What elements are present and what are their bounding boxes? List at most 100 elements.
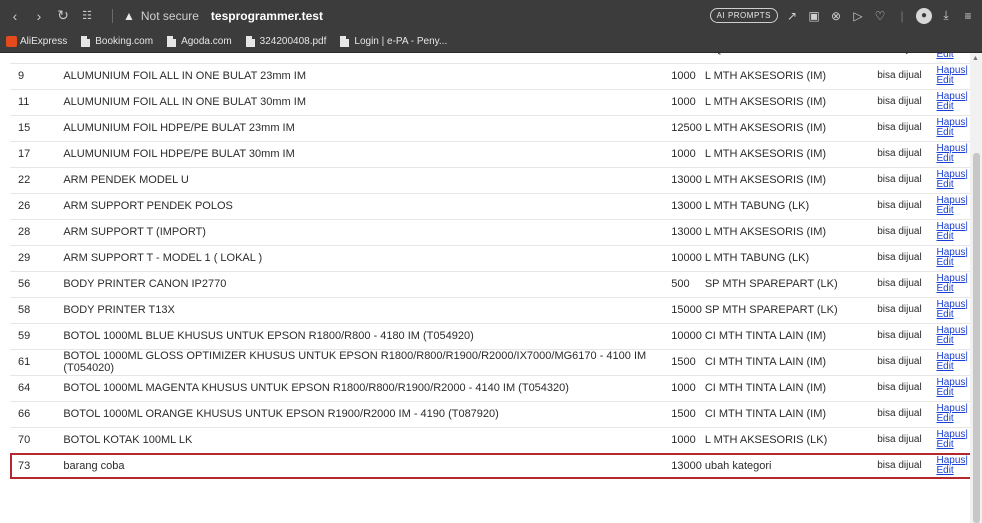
row-id: 29 [10, 245, 60, 272]
edit-link[interactable]: Edit [936, 466, 968, 476]
product-name: ALUMUNIUM FOIL ALL IN ONE BULAT 30mm IM [59, 89, 668, 116]
send-icon[interactable]: ▷ [850, 8, 866, 24]
heart-icon[interactable]: ♡ [872, 8, 888, 24]
site-settings-icon[interactable]: ☷ [76, 5, 98, 27]
product-name: BOTOL 1000ML MAGENTA KHUSUS UNTUK EPSON … [59, 375, 668, 402]
row-id: 11 [10, 89, 60, 116]
stock-value: 10000 [667, 323, 702, 350]
table-row: 70 BOTOL KOTAK 100ML LK 1000 L MTH AKSESORI… [10, 427, 972, 454]
bookmark-booking[interactable]: Booking.com [81, 36, 153, 47]
row-id: 58 [10, 297, 60, 324]
table-row: 61 BOTOL 1000ML GLOSS OPTIMIZER KHUSUS UN… [10, 349, 972, 376]
row-actions: Hapus|Edit [932, 193, 972, 220]
stock-value: 1000 [667, 63, 702, 90]
row-actions: Hapus|Edit [932, 375, 972, 402]
product-name: ALCOHOL GEL POLISH CLEANSER GP-CLN01 [59, 53, 668, 64]
toolbar-actions: AI PROMPTS ↗ ▣ ⊗ ▷ ♡ | ● ⤓ ≡ [709, 0, 976, 31]
profile-avatar-icon[interactable]: ● [916, 7, 932, 24]
edit-link[interactable]: Edit [936, 258, 968, 268]
reload-icon[interactable]: ↻ [52, 5, 74, 27]
table-row: 64 BOTOL 1000ML MAGENTA KHUSUS UNTUK EPSO… [10, 375, 972, 402]
edit-link[interactable]: Edit [936, 388, 968, 398]
row-id: 73 [18, 460, 31, 473]
row-id: 22 [10, 167, 60, 194]
product-name: BOTOL 1000ML BLUE KHUSUS UNTUK EPSON R18… [59, 323, 668, 350]
edit-link[interactable]: Edit [936, 180, 968, 190]
warning-icon[interactable]: ▲ [123, 9, 135, 23]
row-actions: Hapus|Edit [932, 167, 972, 194]
row-actions: Hapus|Edit [932, 453, 972, 479]
nav-buttons: ‹ › ↻ ☷ [0, 5, 98, 27]
stock-value: 15000 [667, 297, 702, 324]
category-label: L MTH AKSESORIS (IM) [701, 141, 874, 168]
table-row: 15 ALUMUNIUM FOIL HDPE/PE BULAT 23mm IM 12… [10, 115, 972, 142]
edit-link[interactable]: Edit [936, 336, 968, 346]
bookmark-aliexpress[interactable]: AliExpress [20, 36, 67, 47]
divider-icon: | [900, 8, 904, 23]
row-actions: Hapus|Edit [932, 53, 972, 64]
category-label: L QUEENLY [701, 53, 874, 64]
product-table: 6ALCOHOL GEL POLISH CLEANSER GP-CLN01125… [10, 53, 972, 479]
edit-link[interactable]: Edit [936, 310, 968, 320]
edit-link[interactable]: Edit [936, 102, 968, 112]
category-label: CI MTH TINTA LAIN (IM) [701, 375, 874, 402]
scrollbar-thumb[interactable] [973, 153, 980, 523]
bookmark-label: AliExpress [20, 36, 68, 47]
bookmarks-bar: AliExpress Booking.com Agoda.com 3242004… [0, 31, 982, 53]
bookmark-agoda[interactable]: Agoda.com [167, 36, 232, 47]
product-name: ALUMUNIUM FOIL ALL IN ONE BULAT 23mm IM [59, 63, 668, 90]
download-icon[interactable]: ⤓ [938, 8, 954, 24]
row-id: 9 [10, 63, 60, 90]
forward-icon[interactable]: › [28, 5, 50, 27]
edit-link[interactable]: Edit [936, 440, 968, 450]
browser-toolbar: ‹ › ↻ ☷ ▲ Not secure tesprogrammer.test … [0, 0, 982, 31]
edit-link[interactable]: Edit [936, 362, 968, 372]
vertical-scrollbar[interactable]: ▲ [970, 53, 982, 523]
address-bar[interactable]: ▲ Not secure tesprogrammer.test [108, 0, 323, 31]
edit-link[interactable]: Edit [936, 284, 968, 294]
table-row: 56 BODY PRINTER CANON IP2770 500 SP MTH SPA… [10, 271, 972, 298]
edit-link[interactable]: Edit [936, 232, 968, 242]
scroll-up-icon[interactable]: ▲ [972, 55, 979, 62]
edit-link[interactable]: Edit [936, 154, 968, 164]
stock-value: 1000 [667, 427, 702, 454]
table-row: 6ALCOHOL GEL POLISH CLEANSER GP-CLN01125… [10, 53, 972, 64]
row-actions: Hapus|Edit [932, 323, 972, 350]
edit-link[interactable]: Edit [936, 206, 968, 216]
edit-link[interactable]: Edit [936, 414, 968, 424]
product-name: BOTOL KOTAK 100ML LK [59, 427, 668, 454]
bookmark-pdf[interactable]: 324200408.pdf [245, 36, 326, 47]
status-label: bisa dijual [873, 63, 933, 90]
ai-prompts-button[interactable]: AI PROMPTS [709, 8, 778, 23]
edit-link[interactable]: Edit [936, 76, 968, 86]
product-name: ARM SUPPORT T (IMPORT) [59, 219, 668, 246]
page-icon [167, 36, 177, 47]
back-icon[interactable]: ‹ [4, 5, 26, 27]
edit-link[interactable]: Edit [936, 53, 968, 60]
status-label: bisa dijual [873, 427, 933, 454]
url-text[interactable]: tesprogrammer.test [211, 9, 323, 23]
product-name: BODY PRINTER CANON IP2770 [59, 271, 668, 298]
row-id: 59 [10, 323, 60, 350]
share-icon[interactable]: ↗ [784, 8, 800, 24]
status-label: bisa dijual [873, 193, 933, 220]
row-actions: Hapus|Edit [932, 349, 972, 376]
not-secure-label[interactable]: Not secure [141, 9, 199, 23]
product-name: barang coba [63, 460, 125, 473]
row-actions: Hapus|Edit [932, 115, 972, 142]
status-label: bisa dijual [873, 401, 933, 428]
stock-value: 1000 [667, 375, 702, 402]
bookmark-epa-login[interactable]: Login | e-PA - Peny... [340, 36, 447, 47]
stock-value: 10000 [667, 245, 702, 272]
product-name: ARM SUPPORT T - MODEL 1 ( LOKAL ) [59, 245, 668, 272]
table-row: 73 barang coba 13000 ubah kategori bisa diju… [10, 453, 972, 479]
stock-value: 13000 [667, 193, 702, 220]
status-label: bisa dijual [873, 323, 933, 350]
screenshot-icon[interactable]: ▣ [806, 8, 822, 24]
menu-icon[interactable]: ≡ [960, 8, 976, 24]
product-name: BOTOL 1000ML ORANGE KHUSUS UNTUK EPSON R… [59, 401, 668, 428]
status-label: bisa dijual [873, 349, 933, 376]
block-icon[interactable]: ⊗ [828, 8, 844, 24]
edit-link[interactable]: Edit [936, 128, 968, 138]
stock-value: 500 [667, 271, 702, 298]
